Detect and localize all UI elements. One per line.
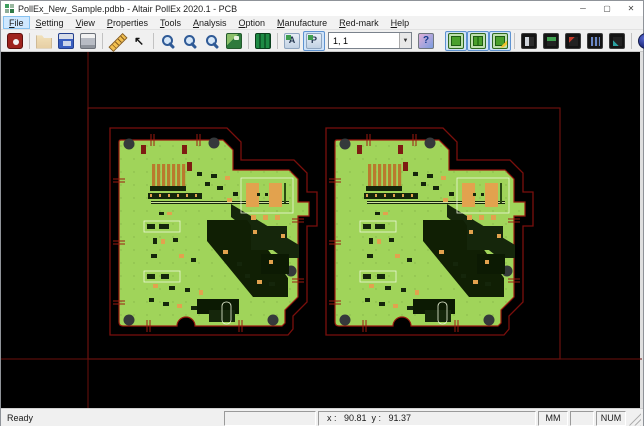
artwork-layer-button[interactable]: A bbox=[281, 31, 303, 51]
menu-item-label: Option bbox=[239, 18, 266, 28]
toolbar-separator bbox=[29, 33, 30, 49]
app-icon bbox=[5, 4, 14, 13]
menu-item-analysis[interactable]: Analysis bbox=[187, 16, 233, 29]
toolbar-separator bbox=[153, 33, 154, 49]
menu-item-manufacture[interactable]: Manufacture bbox=[271, 16, 333, 29]
board-bottom-icon bbox=[470, 33, 486, 49]
combo-dropdown-icon[interactable]: ▼ bbox=[399, 33, 411, 48]
save-button[interactable] bbox=[55, 31, 77, 51]
app-window: PollEx_New_Sample.pdbb - Altair PollEx 2… bbox=[0, 0, 644, 426]
menu-item-help[interactable]: Help bbox=[385, 16, 416, 29]
menu-item-label: Red-mark bbox=[339, 18, 379, 28]
component-help-button[interactable]: ? bbox=[415, 31, 437, 51]
menu-item-label: Properties bbox=[107, 18, 148, 28]
menu-item-label: Setting bbox=[36, 18, 64, 28]
pcb-viewport[interactable] bbox=[1, 52, 642, 408]
menu-bar: File Setting View Properties Tools Analysis Op… bbox=[1, 16, 643, 30]
menu-item-red-mark[interactable]: Red-mark bbox=[333, 16, 385, 29]
pcb-board-right bbox=[326, 128, 533, 335]
zoom-out-icon: − bbox=[182, 33, 198, 49]
open-pdb-icon bbox=[7, 33, 23, 49]
zoom-in-icon: + bbox=[160, 33, 176, 49]
menu-item-setting[interactable]: Setting bbox=[30, 16, 70, 29]
layer-signal-button[interactable] bbox=[562, 31, 584, 51]
measure-button[interactable] bbox=[106, 31, 128, 51]
layer-top-icon bbox=[521, 33, 537, 49]
title-bar: PollEx_New_Sample.pdbb - Altair PollEx 2… bbox=[1, 1, 643, 16]
status-empty-panel-2 bbox=[570, 411, 594, 426]
combo-value: 1, 1 bbox=[333, 36, 348, 46]
menu-item-label: Help bbox=[391, 18, 410, 28]
board-position-combo[interactable]: 1, 1 ▼ bbox=[328, 32, 412, 49]
menu-item-view[interactable]: View bbox=[70, 16, 101, 29]
board-edit-icon bbox=[492, 33, 508, 49]
artwork-layer-icon: A bbox=[284, 33, 300, 49]
part-layer-icon: P bbox=[306, 33, 322, 49]
status-empty-panel bbox=[224, 411, 316, 426]
layer-signal-icon bbox=[565, 33, 581, 49]
layer-plane-icon bbox=[587, 33, 603, 49]
board-view-icon bbox=[255, 33, 271, 49]
status-units: MM bbox=[538, 411, 568, 426]
toolbar-separator bbox=[514, 33, 515, 49]
zoom-in-button[interactable]: + bbox=[157, 31, 179, 51]
open-folder-button[interactable] bbox=[33, 31, 55, 51]
menu-item-label: Analysis bbox=[193, 18, 227, 28]
board-edit-button[interactable] bbox=[489, 31, 511, 51]
toolbar-separator bbox=[248, 33, 249, 49]
layer-drill-icon bbox=[609, 33, 625, 49]
measure-icon bbox=[109, 33, 125, 49]
layer-drill-button[interactable] bbox=[606, 31, 628, 51]
layer-plane-button[interactable] bbox=[584, 31, 606, 51]
menu-item-tools[interactable]: Tools bbox=[154, 16, 187, 29]
status-numlock: NUM bbox=[596, 411, 626, 426]
view-front-button[interactable] bbox=[635, 31, 644, 51]
maximize-button[interactable]: ▢ bbox=[595, 1, 619, 16]
open-folder-icon bbox=[36, 33, 52, 49]
board-top-icon bbox=[448, 33, 464, 49]
toolbar: ↖+−AP1, 1▼?▾ bbox=[1, 30, 643, 52]
resize-grip[interactable] bbox=[628, 411, 641, 426]
zoom-window-button[interactable] bbox=[201, 31, 223, 51]
layer-bottom-icon bbox=[543, 33, 559, 49]
pcb-canvas[interactable] bbox=[1, 52, 643, 408]
close-button[interactable]: ✕ bbox=[619, 1, 643, 16]
layer-bottom-button[interactable] bbox=[540, 31, 562, 51]
save-icon bbox=[58, 33, 74, 49]
part-layer-button[interactable]: P bbox=[303, 31, 325, 51]
toolbar-separator bbox=[102, 33, 103, 49]
menu-item-option[interactable]: Option bbox=[233, 16, 272, 29]
view-front-icon bbox=[638, 33, 644, 49]
window-title: PollEx_New_Sample.pdbb - Altair PollEx 2… bbox=[18, 4, 571, 14]
board-bottom-button[interactable] bbox=[467, 31, 489, 51]
status-coordinates: x : 90.81 y : 91.37 bbox=[318, 411, 536, 426]
menu-item-label: View bbox=[76, 18, 95, 28]
component-help-icon: ? bbox=[418, 33, 434, 49]
menu-item-label: Manufacture bbox=[277, 18, 327, 28]
menu-item-properties[interactable]: Properties bbox=[101, 16, 154, 29]
menu-item-label: File bbox=[9, 18, 24, 28]
toolbar-separator bbox=[631, 33, 632, 49]
toolbar-separator bbox=[277, 33, 278, 49]
status-bar: Ready x : 90.81 y : 91.37 MM NUM bbox=[1, 408, 643, 426]
fit-view-icon bbox=[226, 33, 242, 49]
board-top-button[interactable] bbox=[445, 31, 467, 51]
menu-item-label: Tools bbox=[160, 18, 181, 28]
menu-item-file[interactable]: File bbox=[3, 16, 30, 29]
minimize-button[interactable]: ─ bbox=[571, 1, 595, 16]
status-ready: Ready bbox=[3, 413, 222, 423]
open-pdb-button[interactable] bbox=[4, 31, 26, 51]
select-arrow-icon: ↖ bbox=[131, 33, 147, 49]
fit-view-button[interactable] bbox=[223, 31, 245, 51]
print-button[interactable] bbox=[77, 31, 99, 51]
layer-top-button[interactable] bbox=[518, 31, 540, 51]
select-arrow-button[interactable]: ↖ bbox=[128, 31, 150, 51]
board-view-button[interactable] bbox=[252, 31, 274, 51]
print-icon bbox=[80, 33, 96, 49]
zoom-window-icon bbox=[204, 33, 220, 49]
zoom-out-button[interactable]: − bbox=[179, 31, 201, 51]
pcb-board-left bbox=[110, 128, 317, 335]
